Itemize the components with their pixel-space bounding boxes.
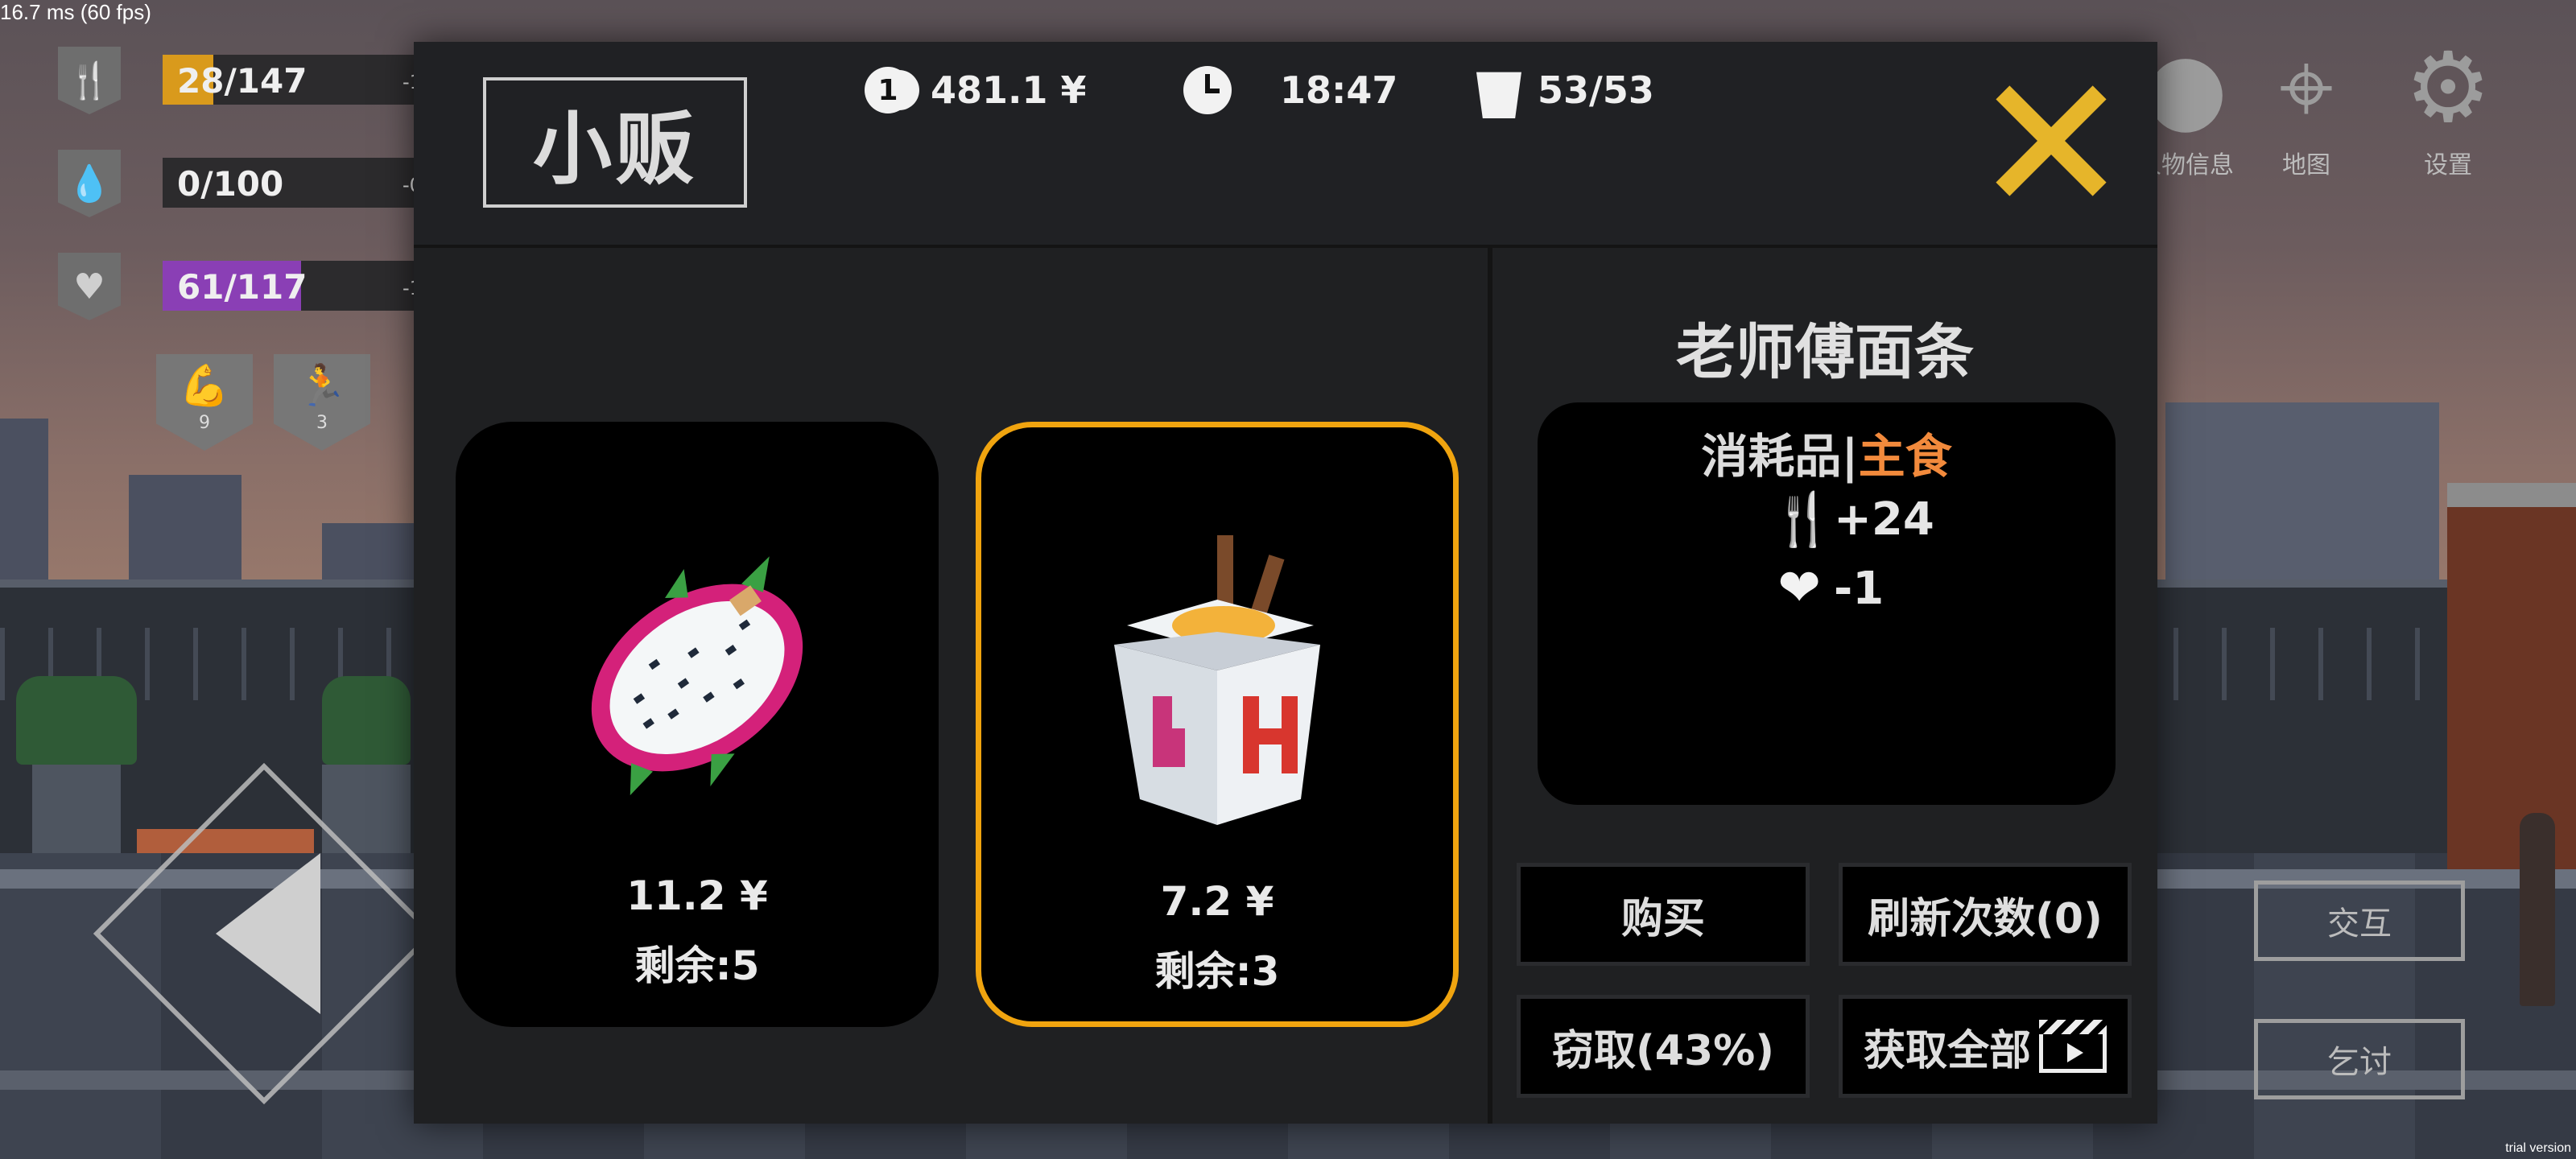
water-drop-icon: 💧 xyxy=(58,150,121,217)
category-main: 主食 xyxy=(1858,429,1952,484)
trial-watermark: trial version xyxy=(2505,1141,2571,1155)
effect-hunger: 🍴 +24 xyxy=(1771,489,1934,550)
brick-building-roof xyxy=(2447,483,2576,507)
settings-label: 设置 xyxy=(2424,151,2472,179)
stat-hunger: 🍴 28/147 -1.5/10 xyxy=(58,47,471,118)
money-display: 1 481.1 ¥ xyxy=(865,66,1087,114)
item-list: 11.2 ¥ 剩余:5 7.2 ¥ 剩余:3 xyxy=(414,248,1492,1124)
item-category: 消耗品|主食 xyxy=(1538,419,2116,486)
plant xyxy=(322,676,411,765)
close-button[interactable] xyxy=(1990,80,2111,201)
interact-button[interactable]: 交互 xyxy=(2254,881,2465,961)
effect-value: -1 xyxy=(1834,562,1885,615)
player-character xyxy=(2520,813,2555,1006)
clock-icon xyxy=(1183,66,1232,114)
item-stock: 剩余:5 xyxy=(634,942,760,989)
stat-thirst: 💧 0/100 -0.7/10 xyxy=(58,150,471,221)
dragon-fruit-icon xyxy=(591,556,803,796)
gear-icon: ⚙ xyxy=(2405,32,2491,144)
item-price: 11.2 ¥ xyxy=(626,872,768,919)
money-value: 481.1 ¥ xyxy=(931,68,1087,112)
health-value: 61/117 xyxy=(177,267,308,307)
capacity-display: 53/53 xyxy=(1476,66,1654,118)
item-info-box: 消耗品|主食 🍴 +24 ❤ -1 xyxy=(1538,402,2116,805)
hunger-bar: 28/147 -1.5/10 xyxy=(163,55,471,105)
time-value: 18:47 xyxy=(1280,68,1398,112)
buy-button[interactable]: 购买 xyxy=(1517,863,1810,966)
muscle-icon: 💪 xyxy=(179,362,230,409)
thirst-bar: 0/100 -0.7/10 xyxy=(163,158,471,208)
hunger-value: 28/147 xyxy=(177,61,308,101)
category-prefix: 消耗品| xyxy=(1701,429,1859,484)
video-ad-icon xyxy=(2039,1020,2107,1073)
fork-knife-icon: 🍴 xyxy=(58,47,121,114)
running-icon: 🏃 xyxy=(296,362,348,409)
get-all-label: 获取全部 xyxy=(1863,1026,2031,1075)
item-name: 老师傅面条 xyxy=(1676,318,1974,387)
thirst-value: 0/100 xyxy=(177,164,284,204)
map-button[interactable]: ⌖ 地图 xyxy=(2246,32,2367,193)
settings-button[interactable]: ⚙ 设置 xyxy=(2388,32,2508,193)
shop-title: 小贩 xyxy=(483,77,747,208)
time-display: 18:47 xyxy=(1183,66,1397,114)
item-price: 7.2 ¥ xyxy=(1160,878,1274,925)
brick-building xyxy=(2447,483,2576,869)
refresh-button[interactable]: 刷新次数(0) xyxy=(1839,863,2132,966)
noodle-box-icon xyxy=(1114,535,1320,825)
resource-bar: 1 481.1 ¥ 18:47 53/53 xyxy=(808,42,1694,155)
effect-value: +24 xyxy=(1834,493,1934,546)
stat-health: ♥ 61/117 -1.0/10 xyxy=(58,253,471,324)
plant xyxy=(16,676,137,765)
effect-health: ❤ -1 xyxy=(1771,559,1884,618)
item-card-noodle-box[interactable]: 7.2 ¥ 剩余:3 xyxy=(976,422,1459,1027)
capacity-value: 53/53 xyxy=(1538,68,1654,112)
shop-header: 小贩 1 481.1 ¥ 18:47 53/53 xyxy=(414,42,2157,248)
arrow-left-icon xyxy=(216,853,320,1014)
shop-panel: 小贩 1 481.1 ¥ 18:47 53/53 11.2 ¥ 剩余:5 7.2… xyxy=(414,42,2157,1124)
item-card-dragon-fruit[interactable]: 11.2 ¥ 剩余:5 xyxy=(456,422,939,1027)
steal-button[interactable]: 窃取(43%) xyxy=(1517,995,1810,1098)
bucket-icon xyxy=(1476,72,1521,118)
fps-readout: 16.7 ms (60 fps) xyxy=(0,0,151,24)
health-bar: 61/117 -1.0/10 xyxy=(163,261,471,311)
plant-pot xyxy=(32,765,121,853)
skill-level: 3 xyxy=(316,413,328,433)
heart-pulse-icon: ❤ xyxy=(1777,559,1821,618)
heartbeat-icon: ♥ xyxy=(58,253,121,320)
get-all-button[interactable]: 获取全部 xyxy=(1839,995,2132,1098)
fork-knife-icon: 🍴 xyxy=(1771,490,1835,550)
beg-button[interactable]: 乞讨 xyxy=(2254,1019,2465,1099)
coin-icon: 1 xyxy=(865,67,911,113)
item-stock: 剩余:3 xyxy=(1154,948,1280,995)
item-detail-panel: 老师傅面条 消耗品|主食 🍴 +24 ❤ -1 购买 刷新次数(0) 窃取(43… xyxy=(1492,248,2157,1124)
skill-level: 9 xyxy=(199,413,210,433)
map-icon: ⌖ xyxy=(2279,32,2334,144)
map-label: 地图 xyxy=(2282,151,2330,179)
